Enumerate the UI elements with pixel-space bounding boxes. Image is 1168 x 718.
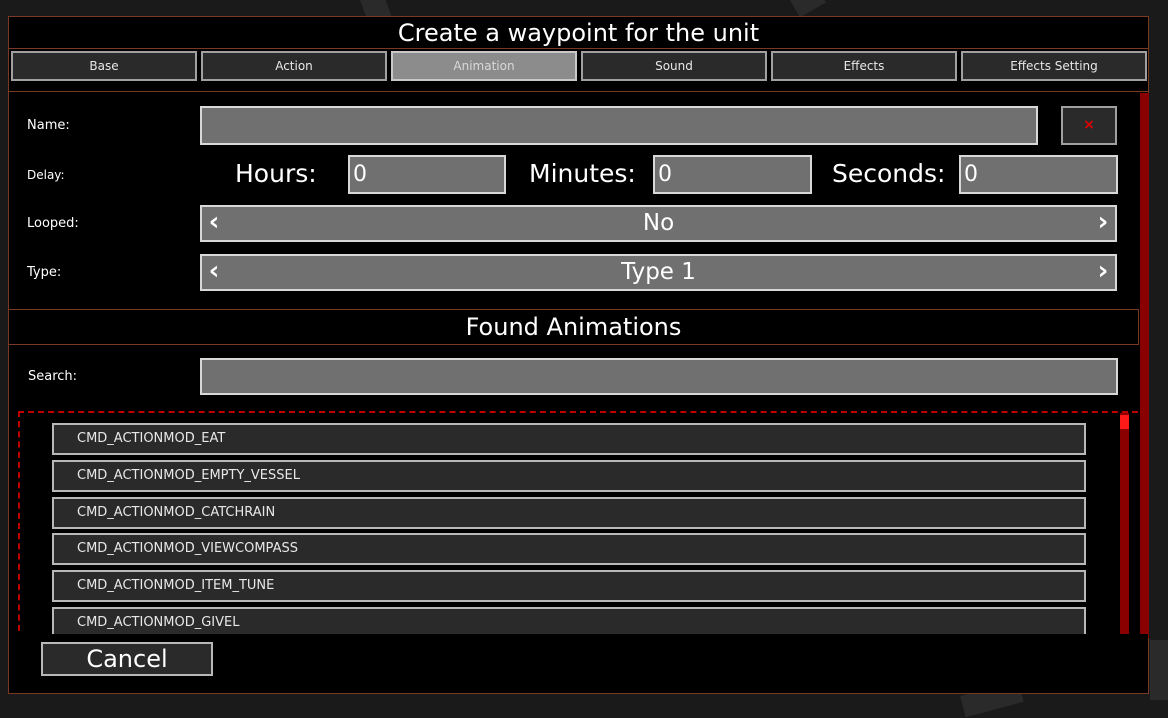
seconds-label: Seconds: xyxy=(832,159,946,188)
dialog-title: Create a waypoint for the unit xyxy=(9,17,1148,49)
name-input[interactable] xyxy=(200,106,1038,145)
list-item[interactable]: CMD_ACTIONMOD_VIEWCOMPASS xyxy=(52,533,1086,565)
list-item[interactable]: CMD_ACTIONMOD_EMPTY_VESSEL xyxy=(52,460,1086,492)
type-selector: ‹ Type 1 › xyxy=(200,254,1117,291)
list-item[interactable]: CMD_ACTIONMOD_ITEM_TUNE xyxy=(52,570,1086,602)
hours-input[interactable] xyxy=(348,155,506,194)
list-scrollbar-thumb[interactable] xyxy=(1120,415,1129,429)
found-animations-header: Found Animations xyxy=(9,309,1139,345)
dialog-scrollbar[interactable] xyxy=(1140,93,1149,638)
minutes-input[interactable] xyxy=(653,155,812,194)
looped-value: No xyxy=(642,210,675,236)
tab-effects-setting[interactable]: Effects Setting xyxy=(961,51,1147,81)
tab-divider xyxy=(9,91,1148,92)
animation-list[interactable]: CMD_ACTIONMOD_EAT CMD_ACTIONMOD_EMPTY_VE… xyxy=(18,411,1148,641)
clear-name-button[interactable]: × xyxy=(1061,106,1117,145)
looped-selector: ‹ No › xyxy=(200,205,1117,242)
tab-effects[interactable]: Effects xyxy=(771,51,957,81)
chevron-right-icon[interactable]: › xyxy=(1091,207,1115,240)
close-icon: × xyxy=(1083,117,1095,133)
delay-label: Delay: xyxy=(27,168,65,182)
hours-label: Hours: xyxy=(235,159,317,188)
tab-animation[interactable]: Animation xyxy=(391,51,577,81)
minutes-label: Minutes: xyxy=(529,159,636,188)
tab-base[interactable]: Base xyxy=(11,51,197,81)
waypoint-dialog: Create a waypoint for the unit Base Acti… xyxy=(8,16,1149,694)
list-item[interactable]: CMD_ACTIONMOD_CATCHRAIN xyxy=(52,497,1086,529)
list-item[interactable]: CMD_ACTIONMOD_EAT xyxy=(52,423,1086,455)
tab-sound[interactable]: Sound xyxy=(581,51,767,81)
tab-bar: Base Action Animation Sound Effects Effe… xyxy=(9,51,1148,83)
search-label: Search: xyxy=(28,369,78,384)
chevron-left-icon[interactable]: ‹ xyxy=(202,207,226,240)
looped-label: Looped: xyxy=(27,216,79,231)
search-input[interactable] xyxy=(200,358,1118,395)
tab-action[interactable]: Action xyxy=(201,51,387,81)
chevron-left-icon[interactable]: ‹ xyxy=(202,256,226,289)
chevron-right-icon[interactable]: › xyxy=(1091,256,1115,289)
background-stripe xyxy=(790,0,826,18)
type-value: Type 1 xyxy=(621,259,696,285)
name-label: Name: xyxy=(27,118,70,133)
seconds-input[interactable] xyxy=(959,155,1118,194)
background-stripe xyxy=(1150,640,1168,700)
dialog-footer: Cancel xyxy=(9,634,1148,693)
cancel-button[interactable]: Cancel xyxy=(41,642,213,676)
type-label: Type: xyxy=(27,265,62,280)
list-scrollbar[interactable] xyxy=(1120,413,1129,641)
